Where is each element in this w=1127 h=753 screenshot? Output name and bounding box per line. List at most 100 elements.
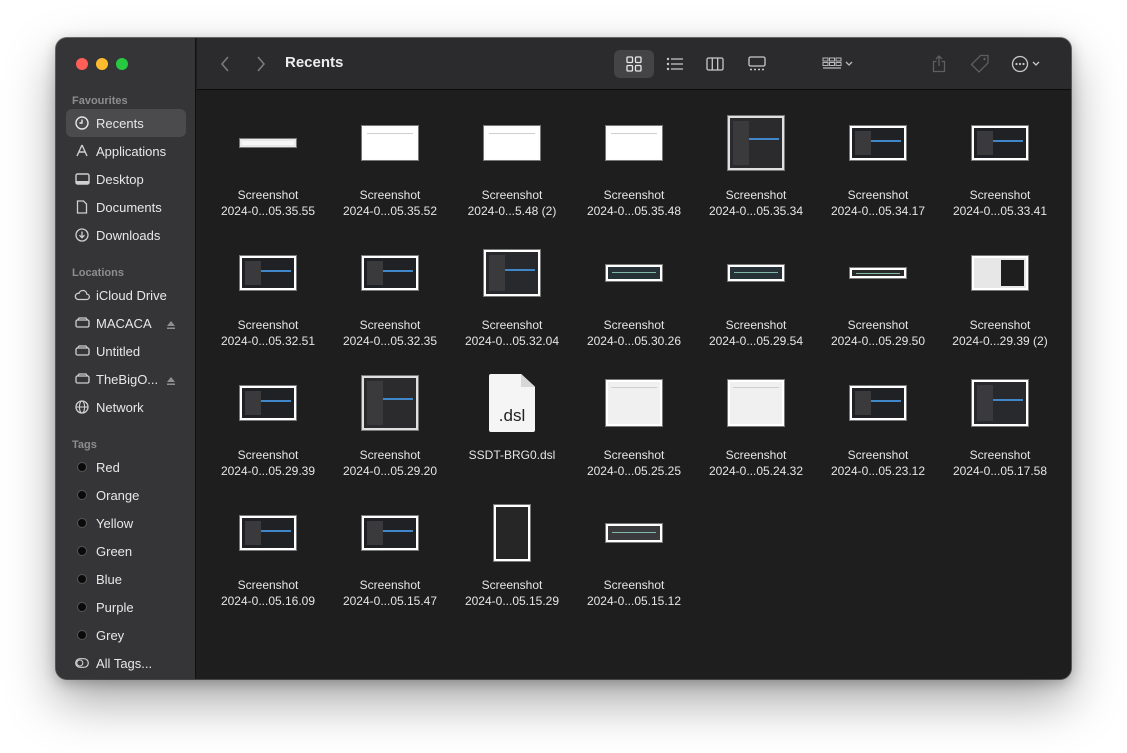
column-view-button[interactable] [695, 50, 735, 78]
file-item[interactable]: Screenshot 2024-0...05.32.04 [451, 221, 573, 351]
thumbnail-container [573, 241, 695, 305]
sidebar-item-label: Grey [96, 627, 125, 643]
sidebar-item-downloads[interactable]: Downloads [66, 221, 186, 249]
clock-icon [74, 115, 90, 131]
eject-icon[interactable] [166, 317, 176, 335]
sidebar-tag-yellow[interactable]: Yellow [66, 509, 186, 537]
thumbnail-container [329, 111, 451, 175]
sidebar-tag-blue[interactable]: Blue [66, 565, 186, 593]
sidebar-tag-purple[interactable]: Purple [66, 593, 186, 621]
file-name-line1: Screenshot [847, 188, 909, 202]
screenshot-thumbnail [239, 255, 297, 291]
file-item[interactable]: Screenshot 2024-0...05.34.17 [817, 91, 939, 221]
file-item[interactable]: Screenshot 2024-0...05.29.39 [207, 351, 329, 481]
file-name-line1: Screenshot [847, 318, 909, 332]
file-item[interactable]: Screenshot 2024-0...05.25.25 [573, 351, 695, 481]
file-item[interactable]: Screenshot 2024-0...5.48 (2) [451, 91, 573, 221]
screenshot-thumbnail [239, 385, 297, 421]
file-name-line2: 2024-0...05.15.29 [464, 594, 560, 608]
sidebar-tag-all[interactable]: All Tags... [66, 649, 186, 677]
file-name: Screenshot 2024-0...05.24.32 [709, 447, 803, 479]
screenshot-thumbnail [493, 504, 531, 562]
screenshot-thumbnail [727, 115, 785, 171]
file-name: Screenshot 2024-0...05.25.25 [587, 447, 681, 479]
file-name-line1: Screenshot [237, 188, 299, 202]
file-item[interactable]: Screenshot 2024-0...05.35.34 [695, 91, 817, 221]
file-item[interactable]: Screenshot 2024-0...05.29.54 [695, 221, 817, 351]
sidebar-tag-green[interactable]: Green [66, 537, 186, 565]
sidebar-tag-orange[interactable]: Orange [66, 481, 186, 509]
file-name-line1: Screenshot [847, 448, 909, 462]
file-item[interactable]: Screenshot 2024-0...05.15.12 [573, 481, 695, 611]
file-item[interactable]: Screenshot 2024-0...05.32.35 [329, 221, 451, 351]
forward-button[interactable] [251, 53, 271, 75]
sidebar-item-icloud-drive[interactable]: iCloud Drive [66, 281, 186, 309]
sidebar-tag-grey[interactable]: Grey [66, 621, 186, 649]
gallery-view-button[interactable] [737, 50, 777, 78]
tag-icon[interactable] [967, 52, 993, 76]
file-item[interactable]: Screenshot 2024-0...05.15.47 [329, 481, 451, 611]
back-button[interactable] [215, 53, 235, 75]
file-name-line1: Screenshot [237, 578, 299, 592]
screenshot-thumbnail [727, 379, 785, 427]
file-name-line2: 2024-0...29.39 (2) [952, 334, 1048, 348]
more-actions-button[interactable] [1009, 52, 1045, 76]
sidebar-item-thebigo[interactable]: TheBigO... [66, 365, 186, 393]
file-name-line2: 2024-0...05.35.48 [586, 204, 682, 218]
file-item[interactable]: Screenshot 2024-0...05.35.52 [329, 91, 451, 221]
file-name: Screenshot 2024-0...05.15.47 [343, 577, 437, 609]
screenshot-thumbnail [971, 125, 1029, 161]
minimize-button[interactable] [96, 58, 108, 70]
list-view-button[interactable] [655, 50, 695, 78]
file-item[interactable]: Screenshot 2024-0...05.23.12 [817, 351, 939, 481]
sidebar-item-macaca[interactable]: MACACA [66, 309, 186, 337]
screenshot-thumbnail [361, 125, 419, 161]
file-item[interactable]: Screenshot 2024-0...05.35.55 [207, 91, 329, 221]
group-by-button[interactable] [817, 52, 859, 76]
file-item[interactable]: Screenshot 2024-0...05.29.20 [329, 351, 451, 481]
file-name-line2: 2024-0...05.35.52 [342, 204, 438, 218]
screenshot-thumbnail [483, 125, 541, 161]
file-item[interactable]: Screenshot 2024-0...05.33.41 [939, 91, 1061, 221]
sidebar-tag-red[interactable]: Red [66, 453, 186, 481]
sidebar-item-network[interactable]: Network [66, 393, 186, 421]
sidebar-item-applications[interactable]: Applications [66, 137, 186, 165]
zoom-button[interactable] [116, 58, 128, 70]
file-item[interactable]: Screenshot 2024-0...05.35.48 [573, 91, 695, 221]
sidebar-item-untitled[interactable]: Untitled [66, 337, 186, 365]
applications-icon [74, 143, 90, 159]
sidebar-item-label: iCloud Drive [96, 287, 167, 303]
file-item[interactable]: Screenshot 2024-0...05.29.50 [817, 221, 939, 351]
sidebar-item-label: Downloads [96, 227, 161, 243]
thumbnail-container [207, 371, 329, 435]
file-item[interactable]: Screenshot 2024-0...05.24.32 [695, 351, 817, 481]
file-item[interactable]: Screenshot 2024-0...05.17.58 [939, 351, 1061, 481]
icon-view-button[interactable] [614, 50, 654, 78]
file-item[interactable]: Screenshot 2024-0...29.39 (2) [939, 221, 1061, 351]
file-item[interactable]: Screenshot 2024-0...05.16.09 [207, 481, 329, 611]
file-name-line1: Screenshot [969, 448, 1031, 462]
file-item[interactable]: Screenshot 2024-0...05.32.51 [207, 221, 329, 351]
share-icon[interactable] [927, 52, 951, 76]
screenshot-thumbnail [605, 379, 663, 427]
sidebar-item-label: Red [96, 459, 120, 475]
sidebar-item-label: Recents [96, 115, 144, 131]
file-item[interactable]: .dsl SSDT-BRG0.dsl [451, 351, 573, 481]
sidebar-item-label: Blue [96, 571, 123, 587]
thumbnail-container [573, 501, 695, 565]
eject-icon[interactable] [166, 373, 176, 391]
cloud-icon [74, 287, 90, 303]
sidebar-item-recents[interactable]: Recents [66, 109, 186, 137]
sidebar-item-desktop[interactable]: Desktop [66, 165, 186, 193]
screenshot-thumbnail [361, 255, 419, 291]
close-button[interactable] [76, 58, 88, 70]
file-item[interactable]: Screenshot 2024-0...05.15.29 [451, 481, 573, 611]
thumbnail-container [207, 241, 329, 305]
sidebar-item-documents[interactable]: Documents [66, 193, 186, 221]
file-name: Screenshot 2024-0...05.33.41 [953, 187, 1047, 219]
file-name-line2: 2024-0...05.16.09 [220, 594, 316, 608]
window-title: Recents [285, 54, 344, 71]
file-name-line2: 2024-0...05.32.51 [220, 334, 316, 348]
file-item[interactable]: Screenshot 2024-0...05.30.26 [573, 221, 695, 351]
thumbnail-container [207, 501, 329, 565]
